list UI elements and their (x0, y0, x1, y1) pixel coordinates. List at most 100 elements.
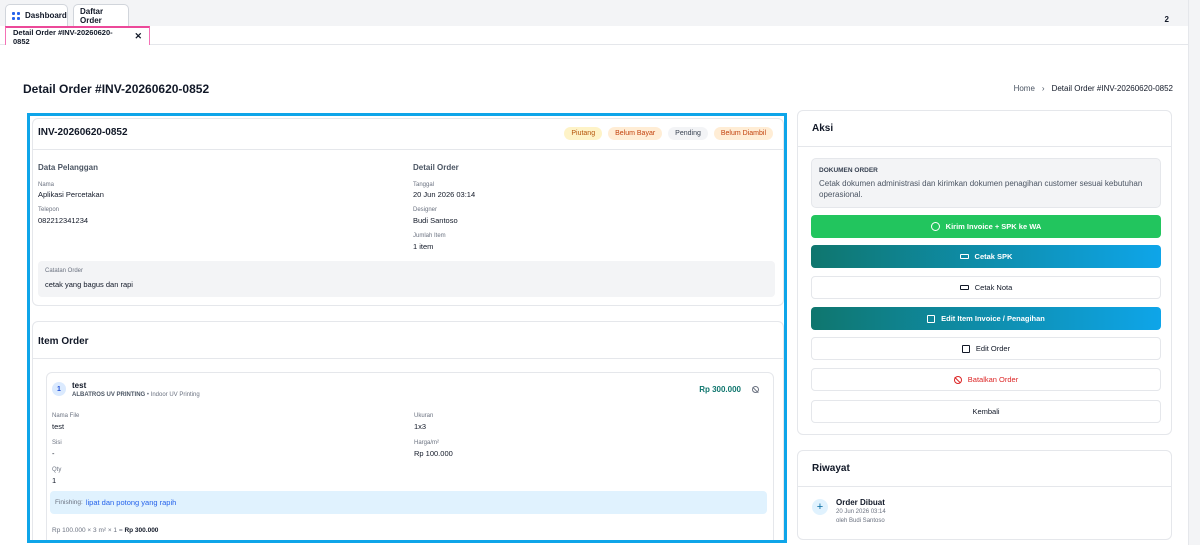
item-calculation: Rp 100.000 × 3 m² × 1 = Rp 300.000 (52, 527, 158, 534)
tab-daftar-order[interactable]: Daftar Order (73, 4, 129, 26)
calc-formula: Rp 100.000 × 3 m² × 1 = (52, 527, 125, 534)
ban-icon[interactable] (752, 386, 759, 393)
tab-count: 2 (1164, 15, 1169, 24)
order-items-card: Item Order 1 test ALBATROS UV PRINTING •… (32, 321, 784, 540)
item-size: 1x3 (414, 422, 427, 431)
tab-dashboard[interactable]: Dashboard (5, 4, 68, 26)
item-rate: Rp 100.000 (414, 449, 453, 458)
edit-order-button[interactable]: Edit Order (811, 337, 1161, 360)
label-size: Ukuran (414, 413, 434, 419)
button-label: Batalkan Order (967, 375, 1019, 384)
label-sides: Sisi (52, 440, 62, 446)
status-badge: Belum Bayar (608, 127, 663, 140)
item-vendor-name: ALBATROS UV PRINTING (72, 392, 146, 398)
item-vendor: ALBATROS UV PRINTING • Indoor UV Printin… (72, 392, 200, 398)
label-date: Tanggal (413, 182, 435, 188)
button-label: Kembali (972, 407, 1000, 416)
customer-name: Aplikasi Percetakan (38, 190, 104, 199)
label-rate: Harga/m² (414, 440, 440, 446)
ban-icon (953, 375, 962, 384)
page-title: Detail Order #INV-20260620-0852 (23, 82, 210, 96)
grid-icon (12, 11, 20, 20)
status-badges: Piutang Belum Bayar Pending Belum Diambi… (564, 127, 773, 140)
open-tab-bar: Detail Order #INV-20260620-0852 ✕ (0, 26, 1188, 46)
button-label: Cetak Nota (974, 283, 1013, 292)
document-info: DOKUMEN ORDER Cetak dokumen administrasi… (811, 158, 1161, 208)
divider (798, 486, 1171, 487)
printer-icon (959, 254, 969, 259)
tab-label: Dashboard (25, 11, 67, 20)
label-item-count: Jumlah Item (413, 233, 446, 239)
item-sides: - (52, 449, 55, 458)
label-qty: Qty (52, 467, 62, 473)
breadcrumb-current: Detail Order #INV-20260620-0852 (1051, 84, 1173, 93)
whatsapp-icon (930, 222, 940, 231)
label-name: Nama (38, 182, 55, 188)
back-button[interactable]: Kembali (811, 400, 1161, 423)
tab-detail-order[interactable]: Detail Order #INV-20260620-0852 ✕ (5, 26, 150, 46)
list-item: 1 test ALBATROS UV PRINTING • Indoor UV … (46, 372, 774, 540)
item-price: Rp 300.000 (699, 385, 741, 394)
edit-icon (961, 344, 970, 353)
button-label: Cetak SPK (974, 252, 1013, 261)
divider (33, 358, 783, 359)
history-card: Riwayat + Order Dibuat 20 Jun 2026 03:14… (797, 450, 1172, 540)
print-spk-button[interactable]: Cetak SPK (811, 245, 1161, 268)
print-receipt-button[interactable]: Cetak Nota (811, 276, 1161, 299)
order-date: 20 Jun 2026 03:14 (413, 190, 476, 199)
invoice-number: INV-20260620-0852 (38, 127, 128, 138)
item-qty: 1 (52, 476, 57, 485)
order-info-card: INV-20260620-0852 Piutang Belum Bayar Pe… (32, 118, 784, 306)
tab-label: Daftar Order (80, 6, 104, 25)
history-event-title: Order Dibuat (836, 498, 885, 507)
item-file: test (52, 422, 65, 431)
actions-title: Aksi (812, 123, 834, 134)
status-badge: Piutang (564, 127, 603, 140)
close-icon[interactable]: ✕ (134, 31, 142, 42)
item-number: 1 (52, 382, 66, 396)
label-file: Nama File (52, 413, 80, 419)
customer-phone: 082212341234 (38, 216, 89, 225)
customer-heading: Data Pelanggan (38, 163, 99, 172)
actions-card: Aksi DOKUMEN ORDER Cetak dokumen adminis… (797, 110, 1172, 435)
plus-icon: + (812, 499, 828, 515)
tab-label: Detail Order #INV-20260620-0852 (13, 27, 113, 46)
label-note: Catatan Order (45, 268, 84, 274)
label-finishing: Finishing: (55, 499, 83, 506)
divider (33, 149, 783, 150)
item-category: • Indoor UV Printing (145, 392, 200, 398)
breadcrumb-home[interactable]: Home (1014, 84, 1035, 93)
order-main-panel: INV-20260620-0852 Piutang Belum Bayar Pe… (27, 113, 787, 543)
printer-icon (959, 285, 969, 290)
document-heading: DOKUMEN ORDER (819, 167, 878, 174)
calc-total: Rp 300.000 (124, 527, 159, 534)
button-label: Edit Order (975, 344, 1011, 353)
send-whatsapp-button[interactable]: Kirim Invoice + SPK ke WA (811, 215, 1161, 238)
item-name: test (72, 381, 87, 390)
breadcrumb: Home › Detail Order #INV-20260620-0852 (1014, 84, 1173, 93)
divider (798, 146, 1171, 147)
order-designer: Budi Santoso (413, 216, 458, 225)
cancel-order-button[interactable]: Batalkan Order (811, 368, 1161, 391)
status-badge: Pending (668, 127, 708, 140)
scrollbar[interactable] (1188, 0, 1200, 545)
detail-heading: Detail Order (413, 163, 459, 172)
edit-invoice-button[interactable]: Edit Item Invoice / Penagihan (811, 307, 1161, 330)
item-finishing: Finishing: lipat dan potong yang rapih (50, 491, 767, 514)
finishing-text: lipat dan potong yang rapih (85, 498, 177, 507)
label-designer: Designer (413, 207, 438, 213)
order-item-count: 1 item (413, 242, 434, 251)
tab-bar: Dashboard Daftar Order 2 (0, 0, 1188, 26)
order-note: Catatan Order cetak yang bagus dan rapi (38, 261, 775, 297)
button-label: Edit Item Invoice / Penagihan (941, 314, 1045, 323)
chevron-right-icon: › (1041, 84, 1045, 93)
document-text: Cetak dokumen administrasi dan kirimkan … (819, 179, 1143, 199)
history-event-date: 20 Jun 2026 03:14 (836, 509, 886, 515)
label-phone: Telepon (38, 207, 60, 213)
note-text: cetak yang bagus dan rapi (45, 280, 133, 289)
history-event-user: oleh Budi Santoso (836, 518, 885, 524)
button-label: Kirim Invoice + SPK ke WA (945, 222, 1042, 231)
edit-icon (927, 314, 936, 323)
status-badge: Belum Diambil (713, 127, 773, 140)
history-title: Riwayat (812, 463, 850, 474)
